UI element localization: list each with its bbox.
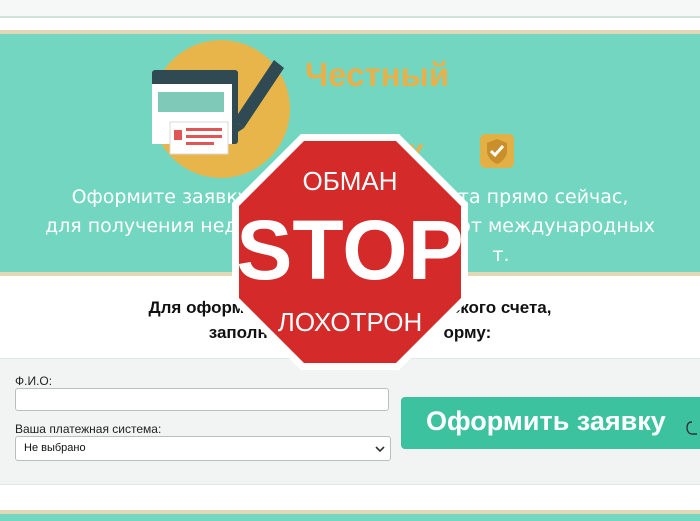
- chevron-down-icon: [375, 446, 385, 453]
- bottom-bar: [0, 510, 700, 521]
- submit-application-button[interactable]: Оформить заявку: [401, 397, 700, 449]
- stop-sign-icon: ОБМАН STOP ЛОХОТРОН: [232, 134, 468, 370]
- brand-name-line1: Честный: [305, 56, 450, 93]
- payment-system-select[interactable]: Не выбрано: [15, 436, 391, 461]
- stop-sign-main-text: STOP: [236, 203, 463, 297]
- submit-label: Оформить заявку: [426, 406, 666, 436]
- stop-sign-bottom-text: ЛОХОТРОН: [278, 307, 422, 337]
- payment-system-selected: Не выбрано: [24, 442, 86, 454]
- shield-check-icon: [480, 134, 514, 168]
- stop-sign-top-text: ОБМАН: [302, 166, 397, 196]
- name-input[interactable]: [15, 388, 389, 411]
- name-label: Ф.И.О:: [15, 374, 53, 388]
- pointer-cursor-icon: [686, 421, 697, 435]
- payment-system-label: Ваша платежная система:: [15, 422, 162, 436]
- top-bar: [0, 0, 700, 18]
